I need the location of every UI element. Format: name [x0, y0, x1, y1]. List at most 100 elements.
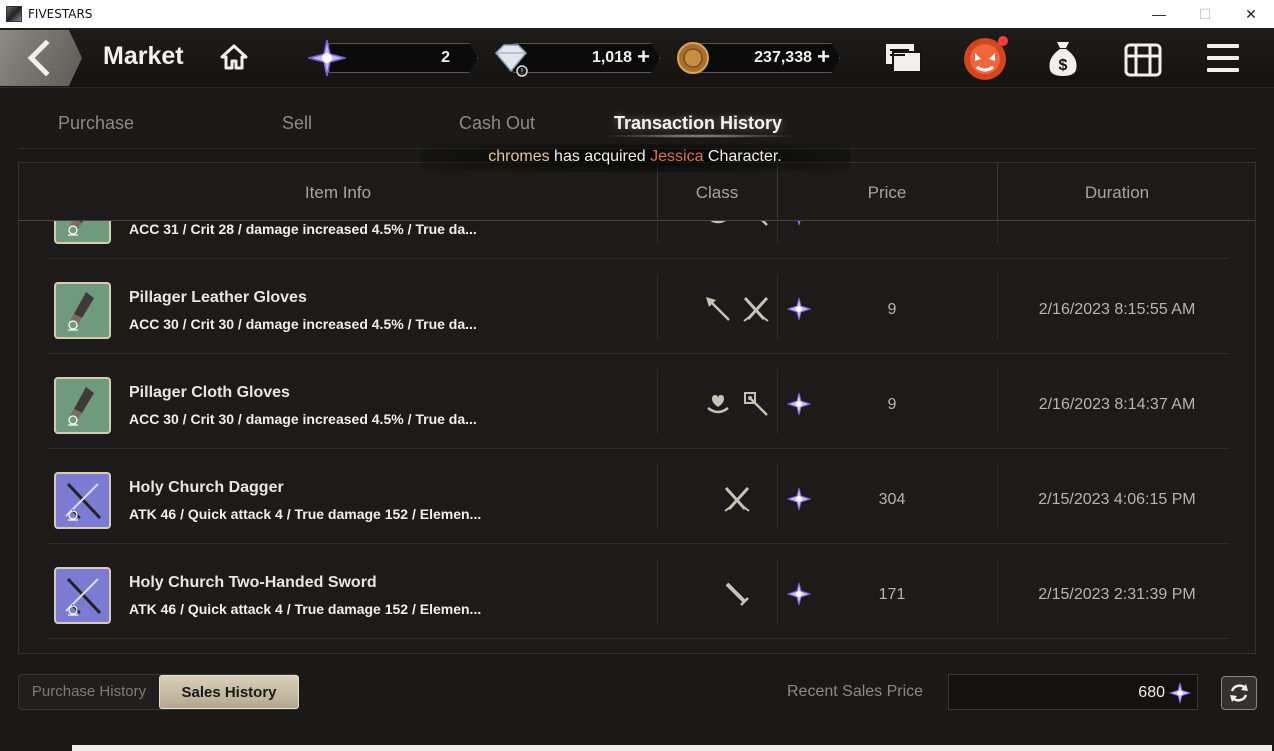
dual-blades-class-icon — [724, 486, 750, 512]
gold-currency: 237,338 + — [676, 41, 840, 75]
gloves-item-icon — [68, 292, 94, 331]
purchase-history-button[interactable]: Purchase History — [19, 675, 159, 709]
item-price: 9 — [887, 396, 897, 413]
tab-sell[interactable]: Sell — [282, 113, 312, 134]
add-gold-button[interactable]: + — [817, 44, 830, 70]
table-row[interactable]: ACC 31 / Crit 28 / damage increased 4.5%… — [47, 221, 1229, 259]
weapon-item-icon — [65, 577, 102, 616]
toast-text: has acquired — [549, 148, 651, 165]
spear-class-icon — [706, 297, 730, 321]
table-body[interactable]: ACC 31 / Crit 28 / damage increased 4.5%… — [19, 221, 1255, 653]
item-class-icons — [677, 485, 797, 515]
minimize-button[interactable]: — — [1136, 0, 1182, 28]
app-icon — [6, 6, 22, 22]
magic-class-icon — [744, 392, 768, 416]
column-price: Price — [867, 183, 907, 202]
maximize-button[interactable]: ☐ — [1182, 0, 1228, 28]
item-duration: 2/16/2023 8:18:13 AM — [1017, 221, 1217, 224]
chest-icon[interactable] — [1123, 38, 1163, 78]
item-stats: ATK 46 / Quick attack 4 / True damage 15… — [129, 601, 482, 617]
sales-history-button[interactable]: Sales History — [159, 675, 299, 709]
star-crystal-icon — [308, 39, 346, 77]
gold-coin-icon — [677, 42, 709, 74]
svg-text:$: $ — [1059, 57, 1068, 74]
recent-sales-price-label: Recent Sales Price — [787, 683, 924, 700]
gold-value: 237,338 — [754, 49, 812, 66]
tab-transaction-history[interactable]: Transaction History — [614, 113, 782, 134]
item-icon — [54, 377, 111, 434]
back-arrow-icon — [27, 39, 65, 77]
page-title: Market — [103, 42, 184, 70]
diamond-icon: ! — [494, 44, 528, 77]
active-tab-indicator — [600, 134, 800, 138]
item-stats: ATK 46 / Quick attack 4 / True damage 15… — [129, 506, 482, 522]
star-crystal-value: 2 — [441, 49, 450, 66]
item-class-icons — [677, 580, 797, 610]
close-button[interactable]: ✕ — [1228, 0, 1274, 28]
star-crystal-icon — [787, 487, 811, 511]
diamond-value: 1,018 — [591, 49, 632, 66]
svg-text:!: ! — [520, 67, 523, 76]
column-duration: Duration — [1084, 183, 1150, 202]
star-crystal-icon — [787, 392, 811, 416]
item-name: Holy Church Dagger — [129, 479, 284, 496]
item-price: 304 — [878, 491, 906, 508]
star-crystal-icon — [787, 582, 811, 606]
support-class-icon — [710, 221, 726, 224]
item-price: 171 — [878, 586, 906, 603]
item-icon — [54, 282, 111, 339]
item-duration: 2/15/2023 2:31:39 PM — [1038, 586, 1196, 603]
recent-sales-price-value: 680 — [1138, 684, 1165, 701]
menu-icon[interactable] — [1204, 38, 1244, 78]
item-icon — [54, 472, 111, 529]
table-row[interactable]: Holy Church Two-Handed Sword ATK 46 / Qui… — [47, 544, 1229, 639]
tab-purchase[interactable]: Purchase — [58, 113, 134, 134]
column-class: Class — [695, 183, 739, 202]
toast-player-name: chromes — [488, 148, 550, 165]
money-bag-icon[interactable]: $ — [1043, 38, 1083, 78]
window-bottom-edge — [72, 745, 1272, 751]
mail-icon[interactable] — [883, 38, 923, 78]
item-class-icons — [677, 390, 797, 420]
refresh-icon — [1230, 684, 1248, 702]
item-stats: ACC 31 / Crit 28 / damage increased 4.5%… — [129, 221, 477, 237]
refresh-button[interactable] — [1221, 676, 1257, 710]
add-diamond-button[interactable]: + — [637, 44, 650, 70]
item-duration: 2/15/2023 4:06:15 PM — [1038, 491, 1196, 508]
support-class-icon — [707, 395, 729, 414]
item-name: Pillager Cloth Gloves — [129, 384, 290, 401]
bottom-bar: Purchase History Sales History Recent Sa… — [0, 668, 1274, 718]
market-tabs: Purchase Sell Cash Out Transaction Histo… — [0, 88, 1274, 149]
weapon-item-icon — [65, 482, 102, 521]
gloves-item-icon — [68, 387, 94, 426]
item-stats: ACC 30 / Crit 30 / damage increased 4.5%… — [129, 411, 477, 427]
demon-event-icon[interactable] — [960, 33, 1010, 83]
item-name: Pillager Leather Gloves — [129, 289, 307, 306]
item-name: Holy Church Two-Handed Sword — [129, 574, 377, 591]
gloves-item-icon — [68, 221, 84, 236]
recent-sales-price-box: 680 — [948, 674, 1198, 710]
diamond-currency: ! 1,018 + — [492, 41, 660, 77]
sword-class-icon — [725, 582, 749, 606]
star-crystal-icon — [1169, 682, 1191, 704]
star-crystal-icon — [797, 221, 801, 226]
home-icon[interactable] — [220, 44, 248, 70]
item-stats: ACC 30 / Crit 30 / damage increased 4.5%… — [129, 316, 477, 332]
toast-suffix: Character. — [703, 148, 782, 165]
star-crystal-icon — [787, 297, 811, 321]
top-bar: Market 2 ! 1,018 + 237,338 + $ — [0, 28, 1274, 88]
table-row[interactable]: Pillager Leather Gloves ACC 30 / Crit 30 … — [47, 259, 1229, 354]
item-class-icons — [677, 295, 797, 325]
tab-cash-out[interactable]: Cash Out — [459, 113, 535, 134]
item-duration: 2/16/2023 8:15:55 AM — [1038, 301, 1196, 318]
table-row[interactable]: Pillager Cloth Gloves ACC 30 / Crit 30 / … — [47, 354, 1229, 449]
item-icon — [54, 567, 111, 624]
table-row[interactable]: Holy Church Dagger ATK 46 / Quick attack … — [47, 449, 1229, 544]
item-duration: 2/16/2023 8:14:37 AM — [1038, 396, 1196, 413]
item-price: 9 — [887, 301, 897, 318]
window-titlebar: FIVESTARS — ☐ ✕ — [0, 0, 1274, 28]
back-button[interactable] — [0, 30, 82, 86]
transaction-table: Item Info Class Price Duration ACC 31 / … — [18, 162, 1256, 654]
star-crystal-currency: 2 — [308, 39, 478, 77]
window-title: FIVESTARS — [28, 7, 93, 21]
